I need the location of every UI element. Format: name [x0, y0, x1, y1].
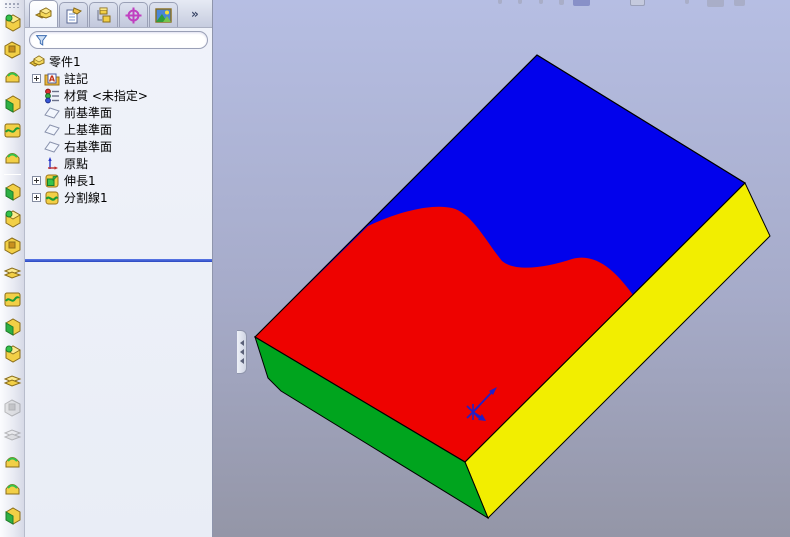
tree-label-annotations: 註記 [64, 72, 89, 86]
tree-label-extrude1: 伸長1 [64, 174, 96, 188]
featuremanager-tree-icon [34, 6, 52, 19]
configurationmanager-icon [97, 7, 111, 22]
model-canvas[interactable] [213, 0, 790, 537]
circular-pattern-icon[interactable] [2, 397, 23, 418]
collapse-arrow-icon [239, 340, 244, 346]
tab-featuremanager-design-tree[interactable] [29, 0, 58, 27]
dome-icon[interactable] [2, 451, 23, 472]
extrude-feature-icon [44, 173, 60, 189]
plane-icon [44, 139, 60, 155]
rollback-bar[interactable] [25, 259, 212, 262]
rib-icon[interactable] [2, 235, 23, 256]
3d-viewport[interactable] [213, 0, 790, 537]
mirror-icon[interactable] [2, 343, 23, 364]
lofted-boss-icon[interactable] [2, 93, 23, 114]
annotations-folder-icon: A [44, 71, 60, 87]
tree-label-top-plane: 上基準面 [64, 123, 113, 137]
tree-row-top-plane[interactable]: 上基準面 [25, 121, 212, 138]
expand-extrude1[interactable] [32, 176, 41, 185]
tree-row-annotations[interactable]: A 註記 [25, 70, 212, 87]
tab-configurationmanager[interactable] [89, 2, 118, 27]
plane-icon [44, 105, 60, 121]
tree-label-origin: 原點 [64, 157, 89, 171]
feature-tree: 零件1 A 註記 材質 <未指定> 前基準面 上基準面 右基準面 原點 伸長1 … [25, 51, 212, 262]
feature-manager-panel: » 零件1 A 註記 材質 <未指定> 前基準面 上基準面 右基準面 原點 伸長… [25, 0, 247, 537]
part-icon [29, 54, 45, 70]
tree-label-material: 材質 <未指定> [64, 89, 148, 103]
tab-overflow-chevron[interactable]: » [191, 7, 199, 21]
draft-icon[interactable] [2, 262, 23, 283]
tree-label-front-plane: 前基準面 [64, 106, 113, 120]
origin-icon [44, 156, 60, 172]
revolved-boss-icon[interactable] [2, 39, 23, 60]
panel-tab-bar: » [25, 0, 212, 28]
toolbar-separator [3, 174, 21, 175]
fillet-icon[interactable] [2, 181, 23, 202]
tree-label-right-plane: 右基準面 [64, 140, 113, 154]
tab-displaymanager[interactable] [149, 2, 178, 27]
tree-filter-row [25, 28, 212, 51]
tree-row-origin[interactable]: 原點 [25, 155, 212, 172]
tree-row-right-plane[interactable]: 右基準面 [25, 138, 212, 155]
shape-feature-icon[interactable] [2, 505, 23, 526]
filter-funnel-icon [35, 34, 48, 46]
split-line-feature-icon [44, 190, 60, 206]
tree-label-splitline1: 分割線1 [64, 191, 108, 205]
propertymanager-icon [66, 6, 82, 23]
extruded-cut-icon[interactable] [2, 147, 23, 168]
linear-pattern-icon[interactable] [2, 370, 23, 391]
chamfer-icon[interactable] [2, 208, 23, 229]
tab-dimxpertmanager[interactable] [119, 2, 148, 27]
svg-text:A: A [49, 74, 56, 83]
swept-boss-icon[interactable] [2, 66, 23, 87]
shell-icon[interactable] [2, 289, 23, 310]
tree-row-front-plane[interactable]: 前基準面 [25, 104, 212, 121]
toolbar-grip-handle[interactable] [4, 2, 20, 8]
extruded-boss-icon[interactable] [2, 12, 23, 33]
panel-collapse-handle[interactable] [237, 330, 247, 374]
tree-row-material[interactable]: 材質 <未指定> [25, 87, 212, 104]
tree-filter-box[interactable] [29, 31, 208, 49]
expand-splitline1[interactable] [32, 193, 41, 202]
collapse-arrow-icon [239, 349, 244, 355]
tree-label-part: 零件1 [49, 55, 81, 69]
expand-annotations[interactable] [32, 74, 41, 83]
plane-icon [44, 122, 60, 138]
wrap-icon[interactable] [2, 316, 23, 337]
tree-row-splitline1[interactable]: 分割線1 [25, 189, 212, 206]
collapse-arrow-icon [239, 358, 244, 364]
tree-row-part-root[interactable]: 零件1 [25, 53, 212, 70]
boundary-boss-icon[interactable] [2, 120, 23, 141]
features-toolbar [0, 0, 25, 537]
material-icon [44, 88, 60, 104]
tab-propertymanager[interactable] [59, 2, 88, 27]
displaymanager-icon [155, 7, 172, 23]
tree-filter-input[interactable] [48, 33, 207, 47]
curve-pattern-icon[interactable] [2, 424, 23, 445]
freeform-icon[interactable] [2, 478, 23, 499]
solidworks-window: » 零件1 A 註記 材質 <未指定> 前基準面 上基準面 右基準面 原點 伸長… [0, 0, 790, 537]
dimxpertmanager-icon [125, 7, 142, 23]
tree-row-extrude1[interactable]: 伸長1 [25, 172, 212, 189]
